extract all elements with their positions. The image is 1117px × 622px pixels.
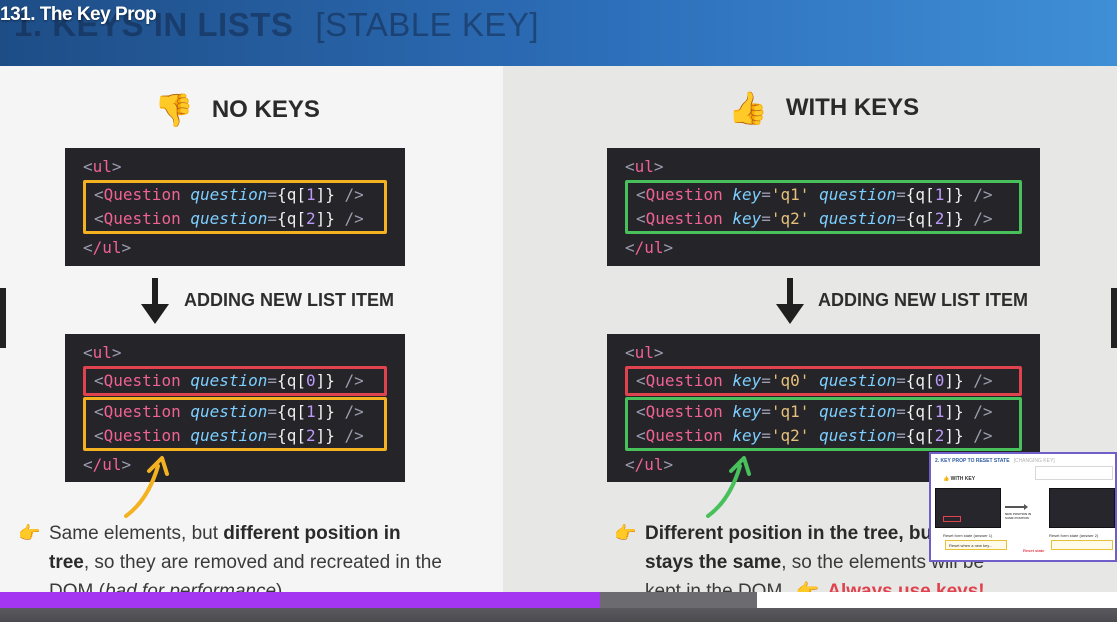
preview-note [1035, 466, 1113, 480]
red-highlight-box: <Question question={q[0]} /> [83, 366, 387, 396]
curved-arrow-icon [124, 456, 169, 518]
green-highlight-box: <Question key='q1' question={q[1]} /> <Q… [625, 180, 1022, 234]
thumbs-down-icon: 👎 [154, 92, 194, 128]
preview-col-label: 👍 WITH KEY [943, 476, 976, 482]
down-arrow-icon [141, 278, 169, 326]
no-keys-note: Same elements, but different position in… [49, 523, 442, 596]
green-highlight-box: <Question key='q1' question={q[1]} /> <Q… [625, 397, 1022, 451]
with-keys-title: 👍 WITH KEYS [728, 92, 919, 124]
code-line: <Question question={q[1]} /> [94, 185, 364, 204]
code-line: <ul> [625, 157, 664, 176]
step-label: ADDING NEW LIST ITEM [818, 290, 1028, 310]
code-line: <ul> [625, 343, 664, 362]
with-keys-title-text: WITH KEYS [785, 94, 920, 121]
code-line: <Question key='q1' question={q[1]} /> [636, 402, 993, 421]
preview-field-label: Reset form state (answer 1) [943, 533, 993, 538]
code-line: <Question key='q1' question={q[1]} /> [636, 185, 993, 204]
code-line: <Question key='q2' question={q[2]} /> [636, 426, 993, 445]
preview-field-label: Reset form state (answer 2) [1049, 533, 1099, 538]
code-line: </ul> [83, 238, 132, 257]
arrow-right-icon [1005, 504, 1028, 510]
down-arrow-icon [776, 278, 804, 326]
pointing-hand-icon: 👉 [614, 523, 637, 543]
no-keys-code-before: <ul> <Question question={q[1]} /> <Quest… [65, 148, 405, 266]
preview-code-block [935, 488, 1001, 528]
red-highlight-box: <Question key='q0' question={q[0]} /> [625, 366, 1022, 396]
no-keys-panel [0, 66, 503, 596]
preview-caption: NEW POSITION IN SAME POSITION [1005, 512, 1032, 520]
code-line: <ul> [83, 343, 122, 362]
preview-red-box [943, 516, 961, 522]
progress-bar[interactable] [0, 592, 1117, 608]
curved-arrow-icon [706, 456, 751, 518]
orange-highlight-box: <Question question={q[1]} /> <Question q… [83, 397, 387, 451]
preview-field: Reset when a new key... [945, 540, 1007, 550]
prev-slide-marker [0, 288, 6, 348]
preview-heading: 2. KEY PROP TO RESET STATE [CHANGING KEY] [935, 458, 1055, 464]
preview-code-block [1049, 488, 1115, 528]
preview-thumbnail[interactable]: 2. KEY PROP TO RESET STATE [CHANGING KEY]… [929, 452, 1117, 562]
code-line: </ul> [625, 238, 674, 257]
code-line: <Question question={q[0]} /> [94, 371, 364, 390]
preview-cta: Reset state [1023, 548, 1045, 553]
step-label: ADDING NEW LIST ITEM [184, 290, 394, 310]
code-line: <ul> [83, 157, 122, 176]
no-keys-title: 👎 NO KEYS [154, 94, 320, 126]
orange-highlight-box: <Question question={q[1]} /> <Question q… [83, 180, 387, 234]
thumbs-up-icon: 👍 [943, 476, 950, 482]
slide-heading-light: [STABLE KEY] [315, 6, 540, 43]
progress-played[interactable] [0, 592, 600, 608]
with-keys-code-before: <ul> <Question key='q1' question={q[1]} … [607, 148, 1040, 266]
code-line: <Question question={q[2]} /> [94, 426, 364, 445]
no-keys-title-text: NO KEYS [211, 96, 320, 123]
next-slide-marker [1111, 288, 1117, 348]
video-title: 131. The Key Prop [0, 4, 157, 25]
code-line: <Question key='q2' question={q[2]} /> [636, 209, 993, 228]
preview-field [1051, 540, 1113, 550]
code-line: <Question question={q[1]} /> [94, 402, 364, 421]
thumbs-up-icon: 👍 [728, 90, 768, 126]
code-line: <Question question={q[2]} /> [94, 209, 364, 228]
no-keys-code-after: <ul> <Question question={q[0]} /> <Quest… [65, 334, 405, 482]
pointing-hand-icon: 👉 [18, 523, 41, 543]
player-controls-bar [0, 608, 1117, 622]
code-line: <Question key='q0' question={q[0]} /> [636, 371, 993, 390]
